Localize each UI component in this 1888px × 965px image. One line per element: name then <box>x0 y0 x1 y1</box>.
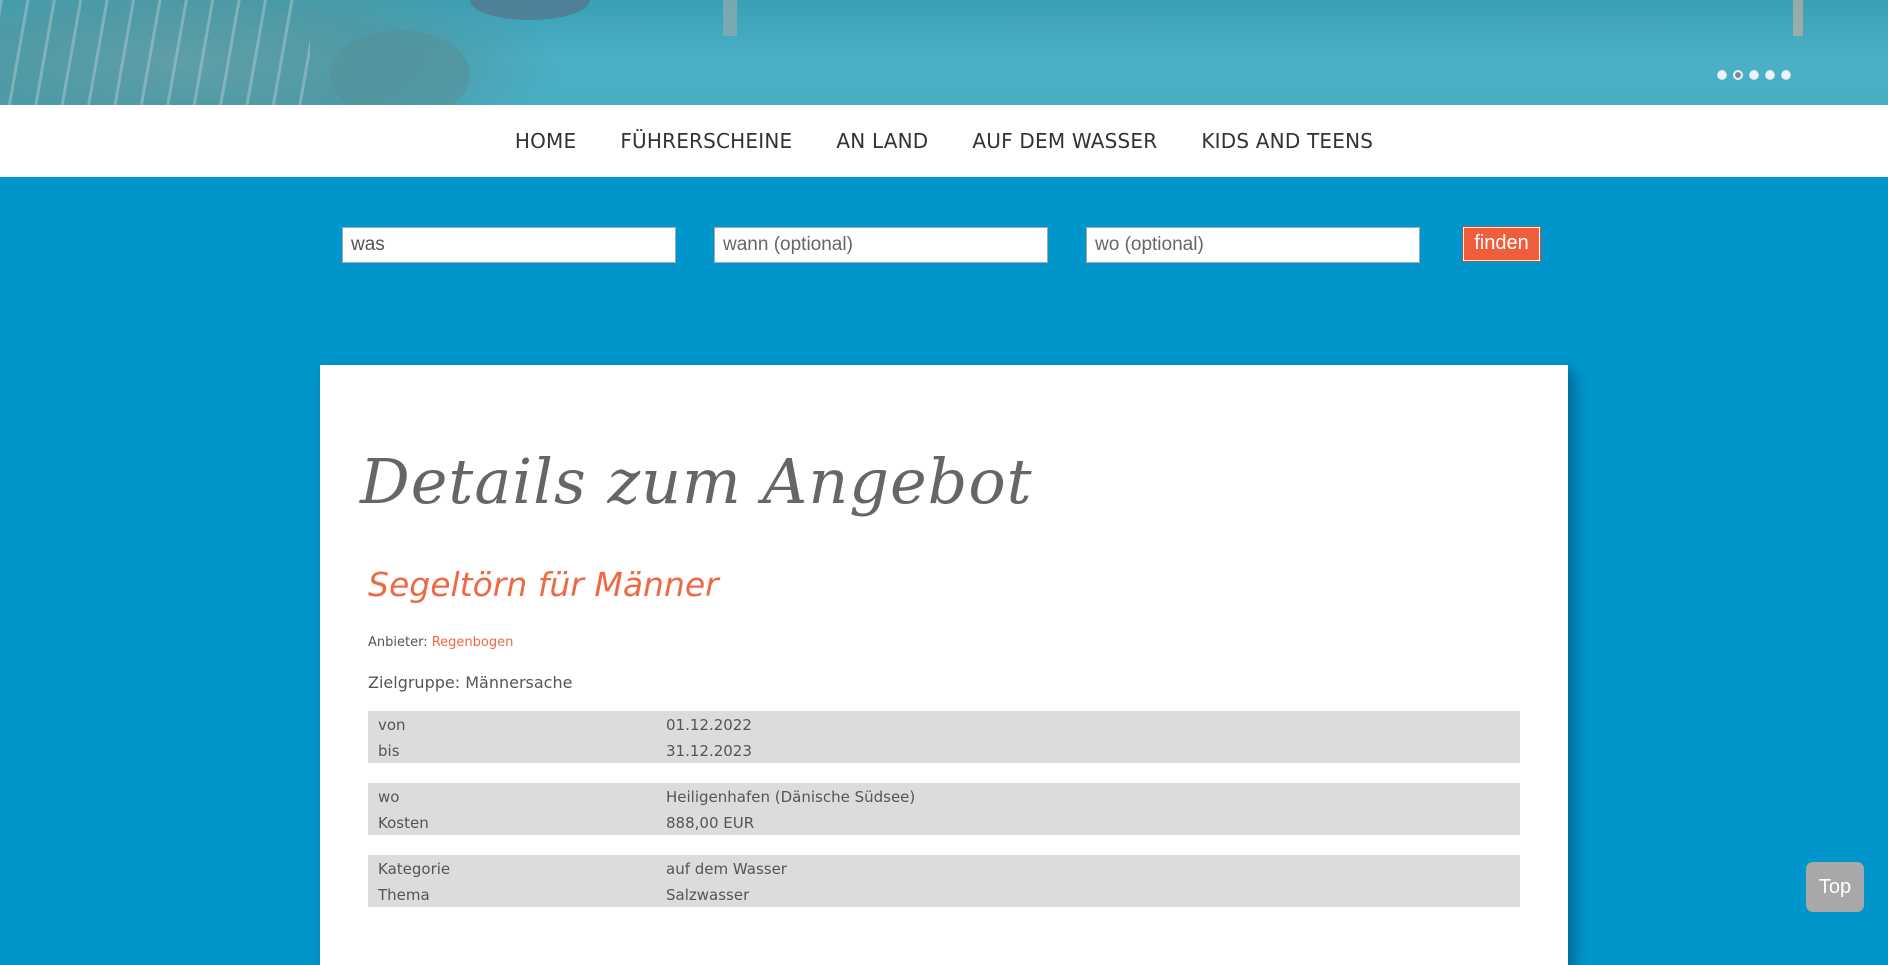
provider-link[interactable]: Regenbogen <box>432 635 514 650</box>
slider-dot[interactable] <box>1781 70 1791 80</box>
info-key: wo <box>378 788 400 806</box>
info-value: 01.12.2022 <box>666 716 752 734</box>
info-group-location-cost: wo Heiligenhafen (Dänische Südsee) Koste… <box>368 783 1520 835</box>
hero-post <box>1793 0 1803 36</box>
info-key: Kategorie <box>378 860 451 878</box>
info-value: Heiligenhafen (Dänische Südsee) <box>666 788 916 806</box>
search-where-input[interactable] <box>1086 227 1420 263</box>
provider-label: Anbieter: <box>368 635 428 650</box>
slider-dots <box>1717 70 1791 80</box>
scroll-top-button[interactable]: Top <box>1806 862 1864 912</box>
hero-pier <box>0 0 310 105</box>
info-key: Thema <box>378 886 430 904</box>
details-card: Details zum Angebot Segeltörn für Männer… <box>320 365 1568 965</box>
hero-post <box>723 0 737 36</box>
nav-item-fuehrerscheine[interactable]: FÜHRERSCHEINE <box>620 129 792 153</box>
info-value: auf dem Wasser <box>666 860 787 878</box>
main-nav: HOME FÜHRERSCHEINE AN LAND AUF DEM WASSE… <box>0 105 1888 177</box>
nav-item-auf-dem-wasser[interactable]: AUF DEM WASSER <box>972 129 1157 153</box>
info-key: von <box>378 716 406 734</box>
info-row: bis 31.12.2023 <box>368 737 1520 763</box>
slider-dot-active[interactable] <box>1733 70 1743 80</box>
info-row: Thema Salzwasser <box>368 881 1520 907</box>
target-group: Zielgruppe: Männersache <box>368 673 573 692</box>
provider-line: Anbieter: Regenbogen <box>368 635 513 650</box>
offer-title: Segeltörn für Männer <box>368 565 719 604</box>
slider-dot[interactable] <box>1717 70 1727 80</box>
info-row: wo Heiligenhafen (Dänische Südsee) <box>368 783 1520 809</box>
nav-item-kids-and-teens[interactable]: KIDS AND TEENS <box>1201 129 1373 153</box>
info-row: Kosten 888,00 EUR <box>368 809 1520 835</box>
info-group-category: Kategorie auf dem Wasser Thema Salzwasse… <box>368 855 1520 907</box>
page-title: Details zum Angebot <box>360 445 1033 518</box>
search-what-input[interactable] <box>342 227 676 263</box>
search-when-input[interactable] <box>714 227 1048 263</box>
nav-item-home[interactable]: HOME <box>515 129 576 153</box>
info-value: 888,00 EUR <box>666 814 755 832</box>
info-value: Salzwasser <box>666 886 750 904</box>
info-group-dates: von 01.12.2022 bis 31.12.2023 <box>368 711 1520 763</box>
info-row: von 01.12.2022 <box>368 711 1520 737</box>
nav-item-an-land[interactable]: AN LAND <box>836 129 928 153</box>
info-key: bis <box>378 742 400 760</box>
search-button[interactable]: finden <box>1462 226 1541 262</box>
info-row: Kategorie auf dem Wasser <box>368 855 1520 881</box>
hero-slider <box>0 0 1888 105</box>
info-value: 31.12.2023 <box>666 742 752 760</box>
slider-dot[interactable] <box>1749 70 1759 80</box>
slider-dot[interactable] <box>1765 70 1775 80</box>
info-key: Kosten <box>378 814 429 832</box>
